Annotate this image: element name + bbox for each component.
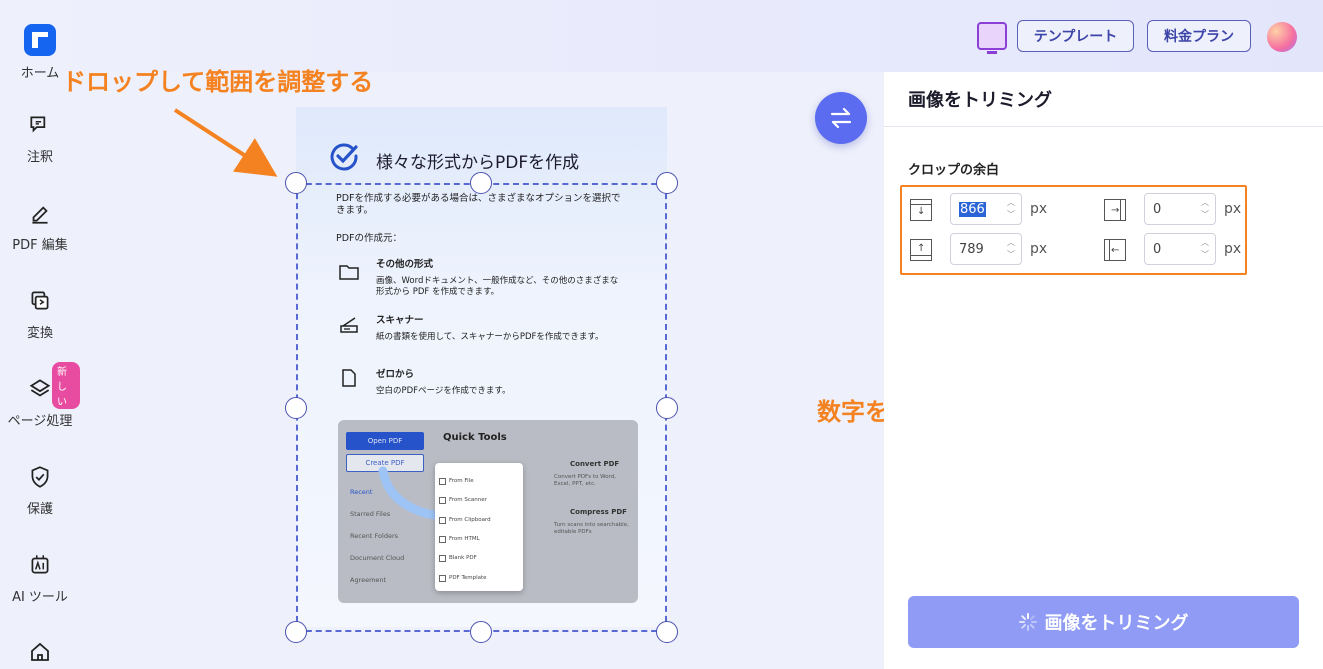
right-edge-icon: → — [1104, 199, 1126, 221]
unit-label: px — [1030, 201, 1048, 217]
arrow-to-crop-box — [173, 108, 278, 177]
divider — [884, 126, 1323, 127]
unit-label: px — [1224, 201, 1242, 217]
top-edge-icon: ↓ — [910, 199, 932, 221]
trim-button-label: 画像をトリミング — [1044, 613, 1189, 634]
spinner-icon — [1018, 613, 1037, 631]
right-margin-input[interactable]: 0 ︿ ﹀ — [1144, 193, 1216, 225]
crop-margin-label: クロップの余白 — [908, 163, 1000, 178]
unit-label: px — [1224, 241, 1242, 257]
bottom-edge-icon: ↑ — [910, 239, 932, 261]
unit-label: px — [1030, 241, 1048, 257]
left-edge-icon: ← — [1104, 239, 1126, 261]
top-margin-input[interactable]: 866 ︿ ﹀ — [950, 193, 1022, 225]
panel-title: 画像をトリミング — [908, 90, 1052, 111]
trim-image-button[interactable]: 画像をトリミング — [908, 596, 1299, 648]
left-margin-input[interactable]: 0 ︿ ﹀ — [1144, 233, 1216, 265]
bottom-margin-input[interactable]: 789 ︿ ﹀ — [950, 233, 1022, 265]
